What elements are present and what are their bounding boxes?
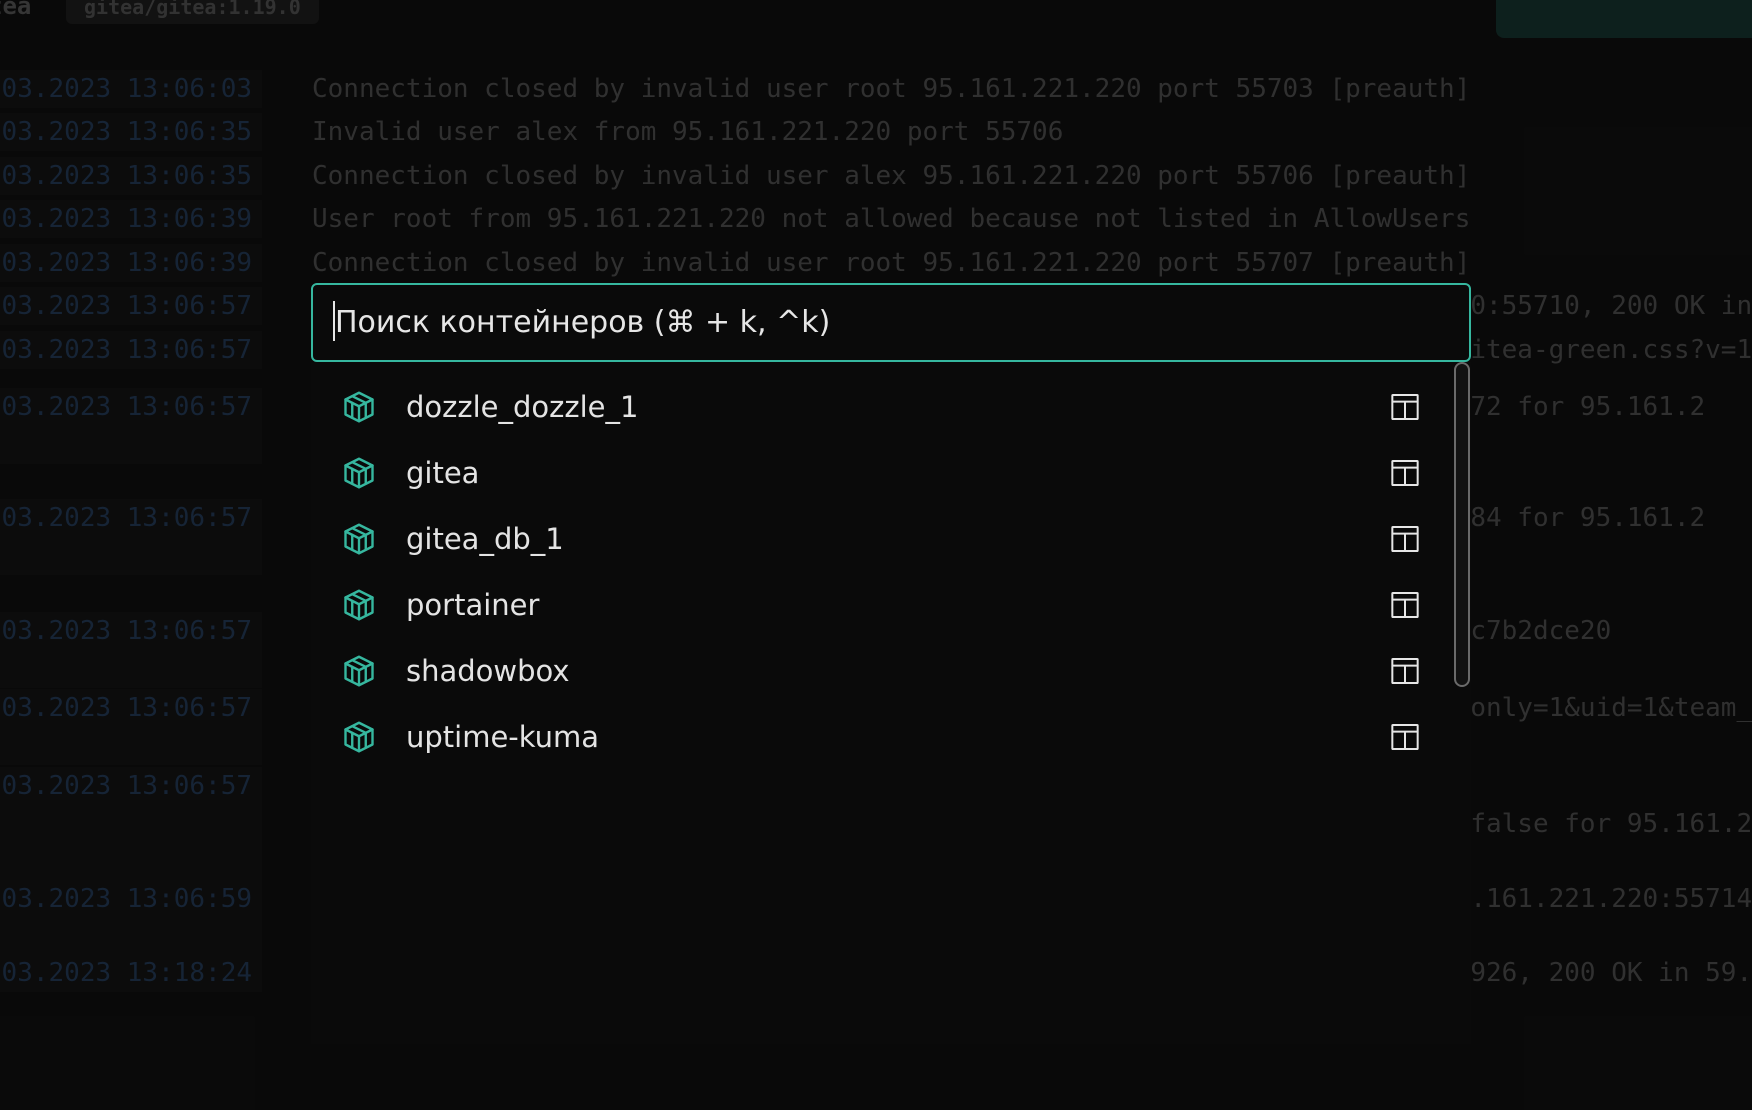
container-name: gitea_db_1: [406, 522, 564, 556]
container-name: uptime-kuma: [406, 720, 600, 754]
container-box-icon: [344, 589, 374, 621]
results-scrollbar[interactable]: [1454, 362, 1470, 687]
split-layout-icon[interactable]: [1389, 721, 1421, 753]
search-result-portainer[interactable]: portainer: [311, 572, 1451, 638]
split-layout-icon[interactable]: [1389, 457, 1421, 489]
container-box-icon: [344, 457, 374, 489]
container-box-icon: [344, 391, 374, 423]
search-result-dozzle_dozzle_1[interactable]: dozzle_dozzle_1: [311, 374, 1451, 440]
container-search-input[interactable]: [311, 283, 1471, 362]
container-search-palette: dozzle_dozzle_1gitea gitea_db_1 portainer s…: [311, 283, 1471, 1044]
container-box-icon: [344, 721, 374, 753]
container-name: dozzle_dozzle_1: [406, 390, 639, 424]
container-name: gitea: [406, 456, 480, 490]
search-result-uptime-kuma[interactable]: uptime-kuma: [311, 704, 1451, 770]
search-result-gitea_db_1[interactable]: gitea_db_1: [311, 506, 1451, 572]
container-box-icon: [344, 523, 374, 555]
container-name: shadowbox: [406, 654, 570, 688]
split-layout-icon[interactable]: [1389, 655, 1421, 687]
container-box-icon: [344, 655, 374, 687]
split-layout-icon[interactable]: [1389, 523, 1421, 555]
search-results-list: dozzle_dozzle_1gitea gitea_db_1 portainer s…: [311, 362, 1471, 1044]
split-layout-icon[interactable]: [1389, 391, 1421, 423]
container-name: portainer: [406, 588, 540, 622]
split-layout-icon[interactable]: [1389, 589, 1421, 621]
search-result-gitea[interactable]: gitea: [311, 440, 1451, 506]
text-caret: [333, 301, 335, 341]
search-result-shadowbox[interactable]: shadowbox: [311, 638, 1451, 704]
